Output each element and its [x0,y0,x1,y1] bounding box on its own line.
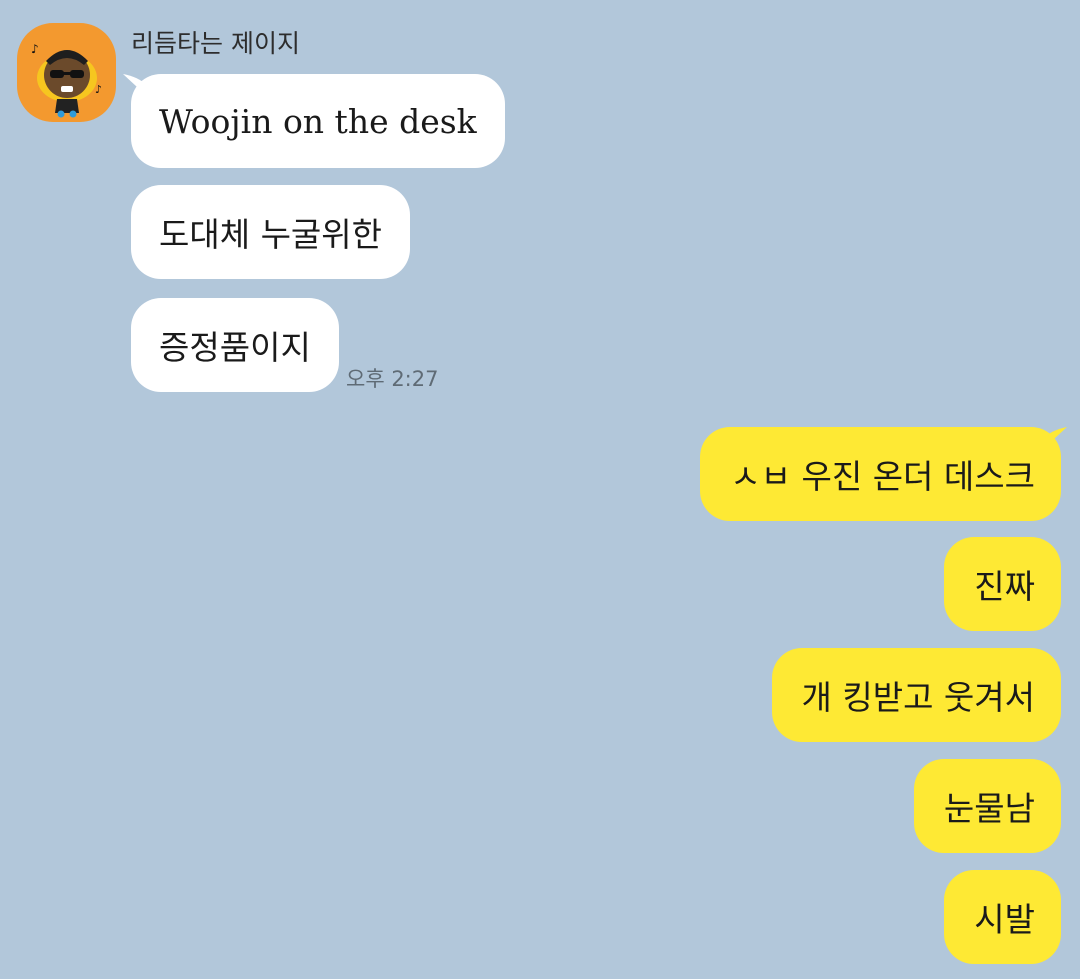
message-timestamp: 오후 2:27 [346,367,439,391]
message-text: 개 킹받고 웃겨서 [801,678,1036,717]
svg-text:♪: ♪ [31,42,39,56]
message-text: 눈물남 [943,789,1035,828]
incoming-message[interactable]: 증정품이지 [131,298,339,392]
outgoing-message[interactable]: 개 킹받고 웃겨서 [771,648,1061,742]
sender-avatar[interactable]: ♪ ♪ [17,23,116,122]
outgoing-message[interactable]: ㅅㅂ 우진 온더 데스크 [700,427,1061,521]
incoming-message[interactable]: Woojin on the desk [131,74,505,168]
incoming-message[interactable]: 도대체 누굴위한 [131,185,411,279]
message-text: 증정품이지 [159,328,311,367]
message-text: ㅅㅂ 우진 온더 데스크 [730,457,1035,496]
svg-text:♪: ♪ [95,83,102,96]
message-text: 진짜 [974,567,1035,606]
outgoing-message[interactable]: 시발 [944,870,1061,964]
message-text: 도대체 누굴위한 [159,215,383,254]
outgoing-message[interactable]: 진짜 [944,537,1061,631]
message-text: Woojin on the desk [159,101,477,141]
sender-name: 리듬타는 제이지 [131,29,300,58]
outgoing-message[interactable]: 눈물남 [913,759,1061,853]
message-text: 시발 [974,900,1035,939]
character-profile-icon: ♪ ♪ [31,42,102,118]
